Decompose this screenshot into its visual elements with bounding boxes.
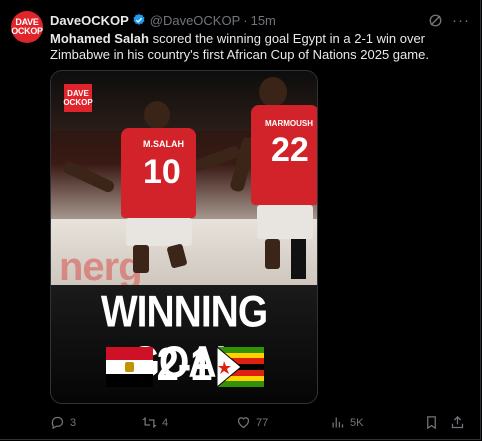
repost-button[interactable]: 4	[142, 415, 168, 430]
player-marmoush: MARMOUSH 22	[229, 77, 317, 297]
jersey-number-salah: 10	[143, 153, 181, 191]
badge-line1: DAVE	[67, 89, 89, 98]
post-time[interactable]: 15m	[251, 13, 276, 28]
jersey-name-marmoush: MARMOUSH	[265, 119, 313, 128]
like-icon	[237, 417, 250, 429]
image-logo-badge: DAVE OCKOP	[63, 84, 93, 112]
post-text-bold: Mohamed Salah	[50, 31, 149, 46]
author-name[interactable]: DaveOCKOP	[50, 13, 129, 28]
score-row: 2-1	[51, 339, 317, 393]
more-icon[interactable]: ···	[452, 12, 470, 29]
badge-line2: OCKOP	[63, 98, 93, 107]
verified-badge-icon	[133, 13, 145, 25]
repost-icon	[142, 417, 157, 428]
grok-icon[interactable]	[428, 13, 443, 28]
bookmark-button[interactable]	[424, 415, 444, 430]
share-icon	[451, 415, 464, 429]
avatar-text-line2: OCKOP	[11, 26, 43, 36]
bookmark-icon	[427, 416, 436, 430]
views-button[interactable]: 5K	[330, 415, 363, 430]
views-count: 5K	[350, 416, 364, 429]
match-score: 2-1	[156, 339, 213, 391]
egypt-flag-icon	[106, 347, 153, 387]
share-button[interactable]	[450, 415, 470, 430]
reply-count: 3	[70, 416, 77, 429]
action-bar: 3 4 77 5K	[50, 415, 472, 433]
post-image[interactable]: nerg DAVE OCKOP M.SALAH 10 MARMOUSH 22 W…	[50, 70, 318, 404]
avatar[interactable]: DAVE OCKOP	[11, 11, 43, 43]
views-icon	[332, 417, 344, 428]
player-salah: M.SALAH 10	[61, 101, 242, 291]
repost-count: 4	[162, 416, 169, 429]
post-text: Mohamed Salah scored the winning goal Eg…	[50, 31, 430, 63]
reply-button[interactable]: 3	[50, 415, 76, 430]
jersey-number-marmoush: 22	[271, 131, 309, 169]
zimbabwe-flag-icon	[217, 347, 264, 387]
like-button[interactable]: 77	[236, 415, 268, 430]
author-handle[interactable]: @DaveOCKOP	[150, 13, 241, 28]
like-count: 77	[256, 416, 269, 429]
reply-icon	[51, 416, 64, 430]
jersey-name-salah: M.SALAH	[143, 139, 184, 149]
separator-dot: ·	[243, 12, 248, 28]
post-header: DaveOCKOP @DaveOCKOP · 15m	[50, 11, 462, 29]
